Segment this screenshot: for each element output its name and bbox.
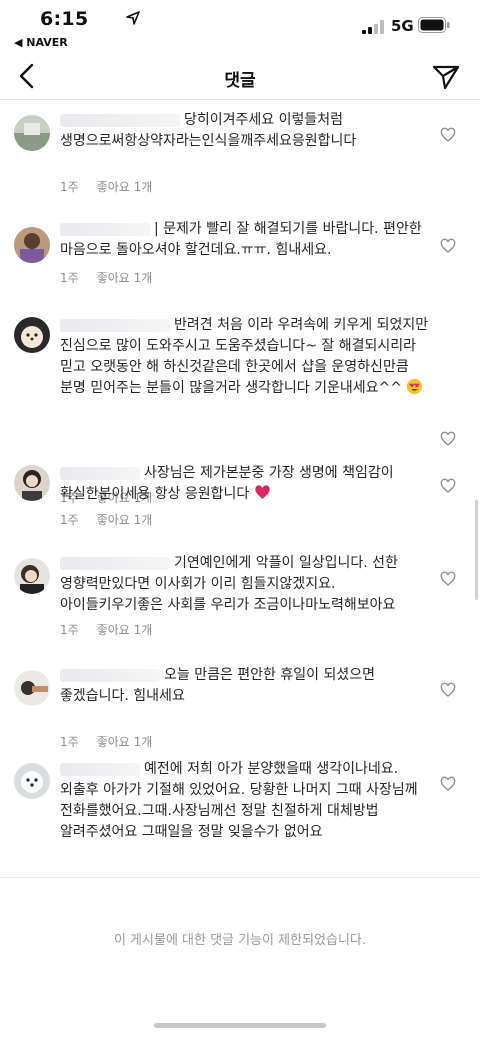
home-indicator[interactable] [154,1023,326,1028]
avatar[interactable] [14,670,50,706]
avatar[interactable] [14,465,50,501]
username-redacted[interactable] [60,762,140,776]
comment-time: 1주 [60,623,79,637]
page-title: 댓글 [224,71,256,91]
heart-eyes-emoji [407,378,423,395]
avatar[interactable] [14,763,50,799]
back-to-app-link[interactable]: ◀ NAVER [14,36,68,49]
signal-bars-icon [362,20,384,34]
comments-header: 댓글 [0,56,480,100]
avatar[interactable] [14,317,50,353]
heart-outline-icon[interactable] [440,431,456,447]
comment-time: 1주 [60,271,79,285]
comment-text: | 문제가 빨리 잘 해결되기를 바랍니다. 편안한 마음으로 돌아오셔야 할건… [60,219,432,261]
paper-plane-icon[interactable] [432,64,460,90]
heart-outline-icon[interactable] [440,478,456,494]
comment-text: 오늘 만큼은 편안한 휴일이 되셨으면 좋겠습니다. 힘내세요 [60,665,432,707]
heart-outline-icon[interactable] [440,776,456,792]
comment-meta: 1주 좋아요 1개 [60,621,170,638]
comment-meta: 1주 좋아요 1개 [60,511,170,528]
comment-meta: 1주 좋아요 1개 [60,733,170,750]
heart-outline-icon[interactable] [440,127,456,143]
comment-text: 당히이겨주세요 이렇들처럼 생명으로써항상약자라는인식을깨주세요응원합니다 [60,110,432,152]
like-count[interactable]: 좋아요 1개 [97,513,153,527]
scrollbar[interactable] [475,500,478,600]
comment-time: 1주 [60,735,79,749]
like-count[interactable]: 좋아요 1개 [97,271,153,285]
comment-text: 사장님은 제가본분중 가장 생명에 책임감이 확실한분이세용 항상 응원합니다 [60,463,432,505]
heart-outline-icon[interactable] [440,682,456,698]
avatar[interactable] [14,558,50,594]
username-redacted[interactable] [60,318,170,332]
username-redacted[interactable] [60,466,140,480]
avatar[interactable] [14,227,50,263]
divider [0,877,480,878]
comment-meta: 1주 좋아요 1개 [60,269,170,286]
comment-meta: 1주 좋아요 1개 [60,178,170,195]
red-heart-emoji [255,485,270,499]
status-bar: 6:15 ◀ NAVER 5G [0,0,480,56]
battery-icon [418,17,450,33]
username-redacted[interactable] [60,556,170,570]
comments-restricted-notice: 이 게시물에 대한 댓글 기능이 제한되었습니다. [113,933,367,948]
username-redacted[interactable] [60,668,160,682]
like-count[interactable]: 좋아요 1개 [97,180,153,194]
comment-text: 반려견 처음 이라 우려속에 키우게 되었지만 진심으로 많이 도와주시고 도움… [60,315,432,399]
comment-text: 기연예인에게 악플이 일상입니다. 선한 영향력만있다면 이사회가 이리 힘들지… [60,553,432,616]
heart-outline-icon[interactable] [440,571,456,587]
network-type: 5G [391,17,414,35]
comment-list[interactable]: 당히이겨주세요 이렇들처럼 생명으로써항상약자라는인식을깨주세요응원합니다 1주… [0,101,480,877]
like-count[interactable]: 좋아요 1개 [97,623,153,637]
status-time: 6:15 [40,8,89,30]
username-redacted[interactable] [60,222,150,236]
comment-text: 예전에 저희 아가 분양했을때 생각이나네요. 외출후 아가가 기절해 있었어요… [60,759,432,843]
avatar[interactable] [14,115,50,151]
comment-time: 1주 [60,180,79,194]
location-arrow-icon [126,11,140,25]
comment-time: 1주 [60,513,79,527]
heart-outline-icon[interactable] [440,238,456,254]
like-count[interactable]: 좋아요 1개 [97,735,153,749]
username-redacted[interactable] [60,113,180,127]
